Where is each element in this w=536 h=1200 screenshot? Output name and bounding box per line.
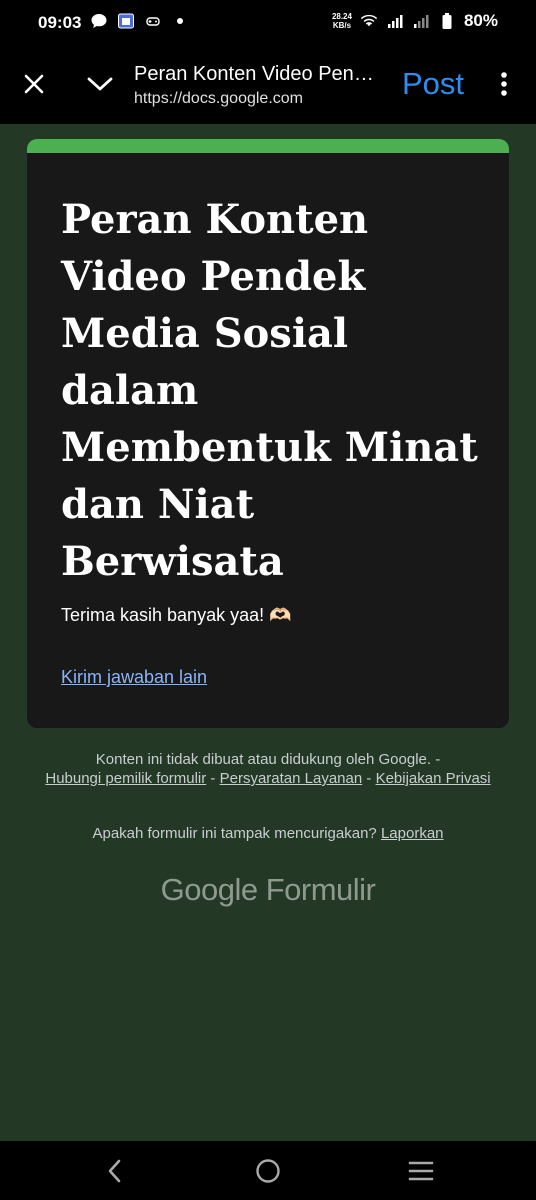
privacy-link[interactable]: Kebijakan Privasi xyxy=(376,770,491,787)
submit-another-response-link[interactable]: Kirim jawaban lain xyxy=(61,667,207,688)
separator: - xyxy=(206,770,220,787)
disclaimer-text: Konten ini tidak dibuat atau didukung ol… xyxy=(95,751,432,768)
status-bar: 09:03 28.24 KB/s 80% xyxy=(0,0,536,46)
home-icon xyxy=(256,1159,280,1183)
close-button[interactable] xyxy=(18,68,50,100)
logo-product: Formulir xyxy=(265,872,376,907)
wifi-icon xyxy=(360,12,378,30)
chevron-down-icon xyxy=(87,77,113,91)
recents-button[interactable] xyxy=(406,1156,436,1186)
close-icon xyxy=(24,74,44,94)
logo-google: Google xyxy=(160,872,258,907)
net-speed: 28.24 KB/s xyxy=(332,12,352,30)
battery-icon xyxy=(438,12,456,30)
navigation-bar xyxy=(0,1141,536,1200)
report-link[interactable]: Laporkan xyxy=(381,825,444,842)
chat-bubble-icon xyxy=(90,12,108,30)
page-url: https://docs.google.com xyxy=(134,90,303,107)
page-title: Peran Konten Video Pendek Media Sosial d… xyxy=(134,63,382,85)
suspicious-question: Apakah formulir ini tampak mencurigakan? xyxy=(92,825,377,842)
net-speed-unit: KB/s xyxy=(332,21,352,30)
expand-button[interactable] xyxy=(84,68,116,100)
more-options-button[interactable] xyxy=(492,68,516,100)
google-forms-logo: Google Formulir xyxy=(0,872,536,908)
form-confirmation-card: Peran Konten Video Pendek Media Sosial d… xyxy=(27,139,509,728)
notification-icons xyxy=(90,12,189,30)
browser-toolbar: Peran Konten Video Pendek Media Sosial d… xyxy=(0,46,536,124)
post-button[interactable]: Post xyxy=(402,66,464,102)
home-button[interactable] xyxy=(253,1156,283,1186)
status-indicators: 28.24 KB/s 80% xyxy=(332,11,498,31)
form-title: Peran Konten Video Pendek Media Sosial d… xyxy=(61,196,478,585)
confirmation-message: Terima kasih banyak yaa! 🫶🏻 xyxy=(61,605,292,625)
calendar-icon xyxy=(117,12,135,30)
footer-disclaimer: Konten ini tidak dibuat atau didukung ol… xyxy=(38,750,498,788)
signal-2-icon xyxy=(412,12,430,30)
separator: - xyxy=(362,770,376,787)
contact-owner-link[interactable]: Hubungi pemilik formulir xyxy=(45,770,206,787)
back-icon xyxy=(108,1159,121,1183)
battery-level: 80% xyxy=(463,11,498,30)
status-time: 09:03 xyxy=(38,13,82,32)
back-button[interactable] xyxy=(100,1156,130,1186)
recents-icon xyxy=(408,1161,434,1181)
signal-icon xyxy=(386,12,404,30)
card-accent-bar xyxy=(27,139,509,153)
report-abuse-line: Apakah formulir ini tampak mencurigakan?… xyxy=(38,825,498,842)
gamepad-icon xyxy=(144,12,162,30)
dot-indicator-icon xyxy=(171,12,189,30)
more-vert-icon xyxy=(501,72,507,96)
separator: - xyxy=(431,751,441,768)
net-speed-value: 28.24 xyxy=(331,12,352,21)
terms-link[interactable]: Persyaratan Layanan xyxy=(220,770,363,787)
